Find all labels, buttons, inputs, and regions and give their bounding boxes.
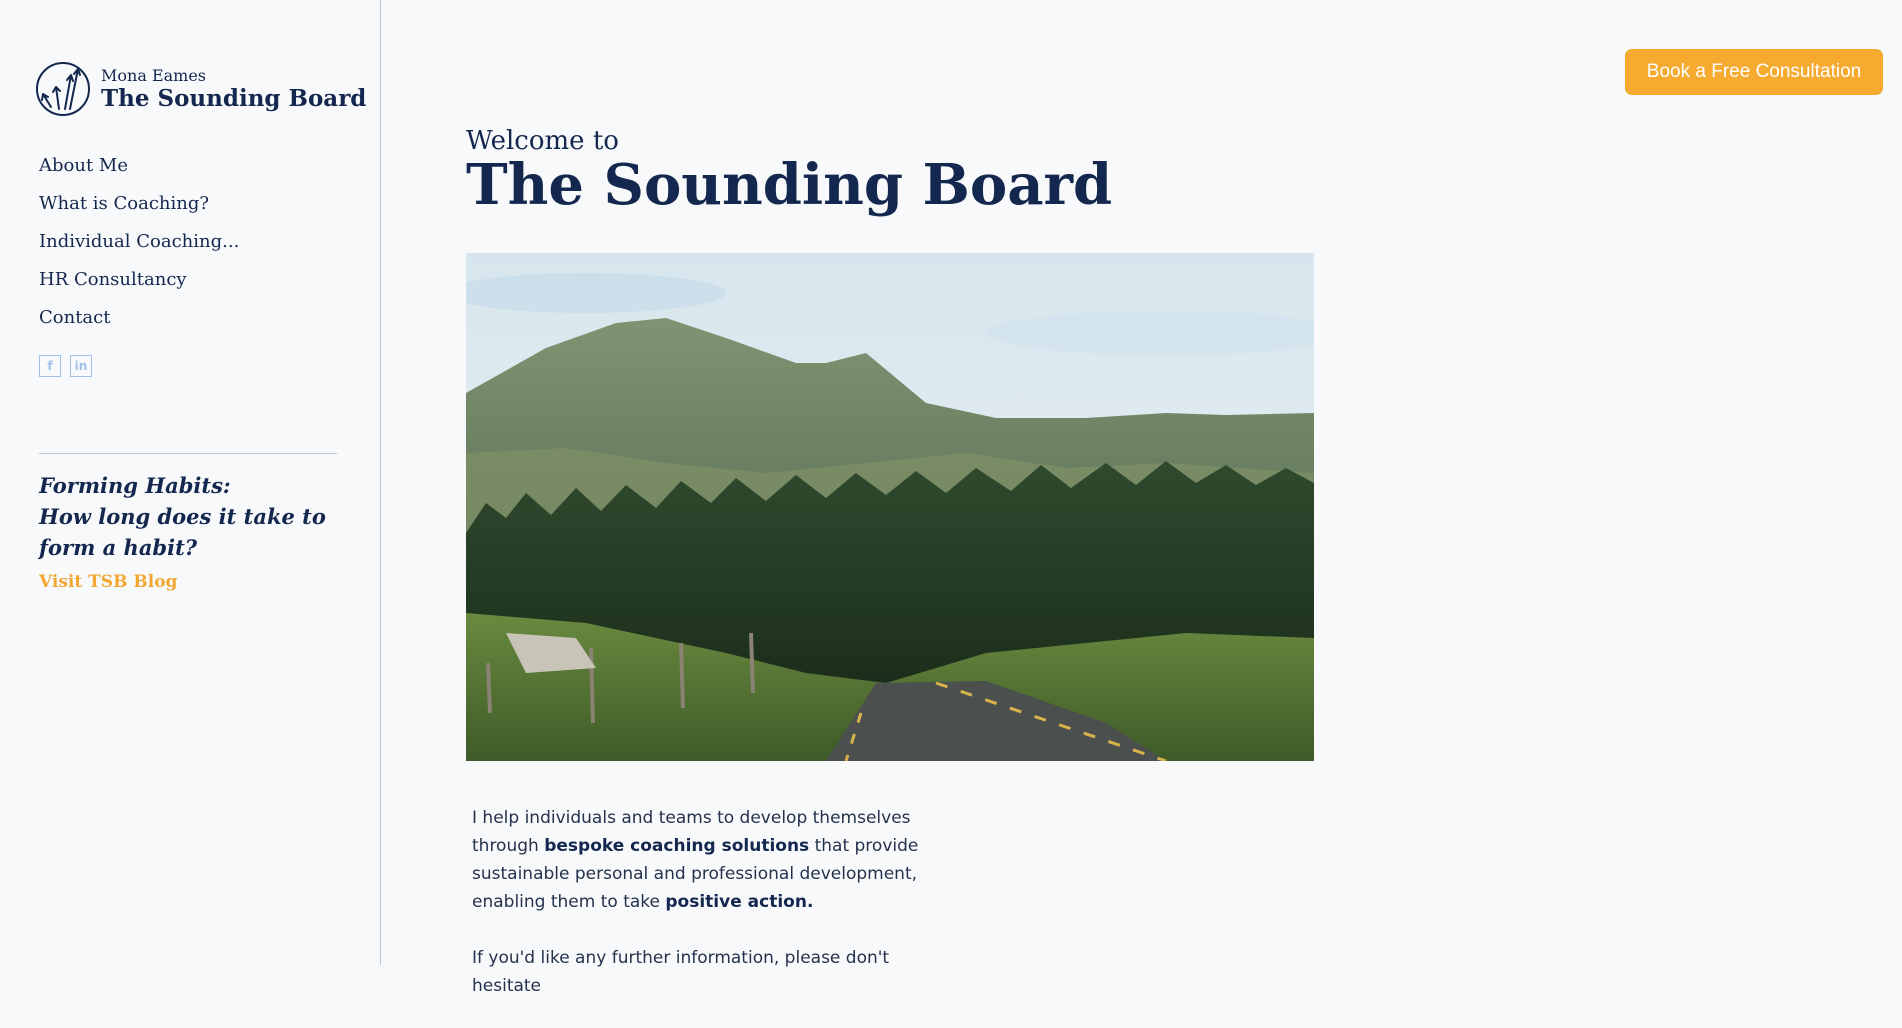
nav-item-contact[interactable]: Contact <box>39 306 239 344</box>
nav-item-about-me[interactable]: About Me <box>39 154 239 192</box>
brand-title: The Sounding Board <box>101 85 367 112</box>
book-consultation-button[interactable]: Book a Free Consultation <box>1625 49 1883 95</box>
sidebar-divider <box>39 453 337 454</box>
linkedin-icon[interactable]: in <box>70 355 92 377</box>
brand-text: Mona Eames The Sounding Board <box>101 66 366 112</box>
nav-item-hr-consultancy[interactable]: HR Consultancy <box>39 268 239 306</box>
visit-blog-link[interactable]: Visit TSB Blog <box>39 572 339 592</box>
intro-highlight-bespoke: bespoke coaching solutions <box>544 836 810 856</box>
intro-text: I help individuals and teams to develop … <box>472 804 942 1028</box>
blog-heading-line1: Forming Habits: <box>39 473 231 498</box>
brand-name: Mona Eames <box>101 66 207 85</box>
arrows-circle-icon <box>36 62 90 116</box>
sidebar: Mona Eames The Sounding Board About Me W… <box>0 0 381 965</box>
main-nav: About Me What is Coaching? Individual Co… <box>39 154 239 344</box>
social-links: f in <box>39 355 92 377</box>
hero-image <box>466 253 1314 761</box>
blog-heading-line2: How long does it take to form a habit? <box>39 504 326 560</box>
page-title: The Sounding Board <box>466 152 1113 218</box>
brand[interactable]: Mona Eames The Sounding Board <box>35 61 366 117</box>
intro-paragraph-2: If you'd like any further information, p… <box>472 948 890 996</box>
nav-item-what-is-coaching[interactable]: What is Coaching? <box>39 192 239 230</box>
blog-heading: Forming Habits: How long does it take to… <box>39 470 339 563</box>
facebook-icon[interactable]: f <box>39 355 61 377</box>
blog-promo: Forming Habits: How long does it take to… <box>39 470 339 592</box>
intro-highlight-positive: positive action. <box>665 892 814 912</box>
nav-item-individual-coaching[interactable]: Individual Coaching... <box>39 230 239 268</box>
intro-paragraph-1: I help individuals and teams to develop … <box>472 804 942 916</box>
